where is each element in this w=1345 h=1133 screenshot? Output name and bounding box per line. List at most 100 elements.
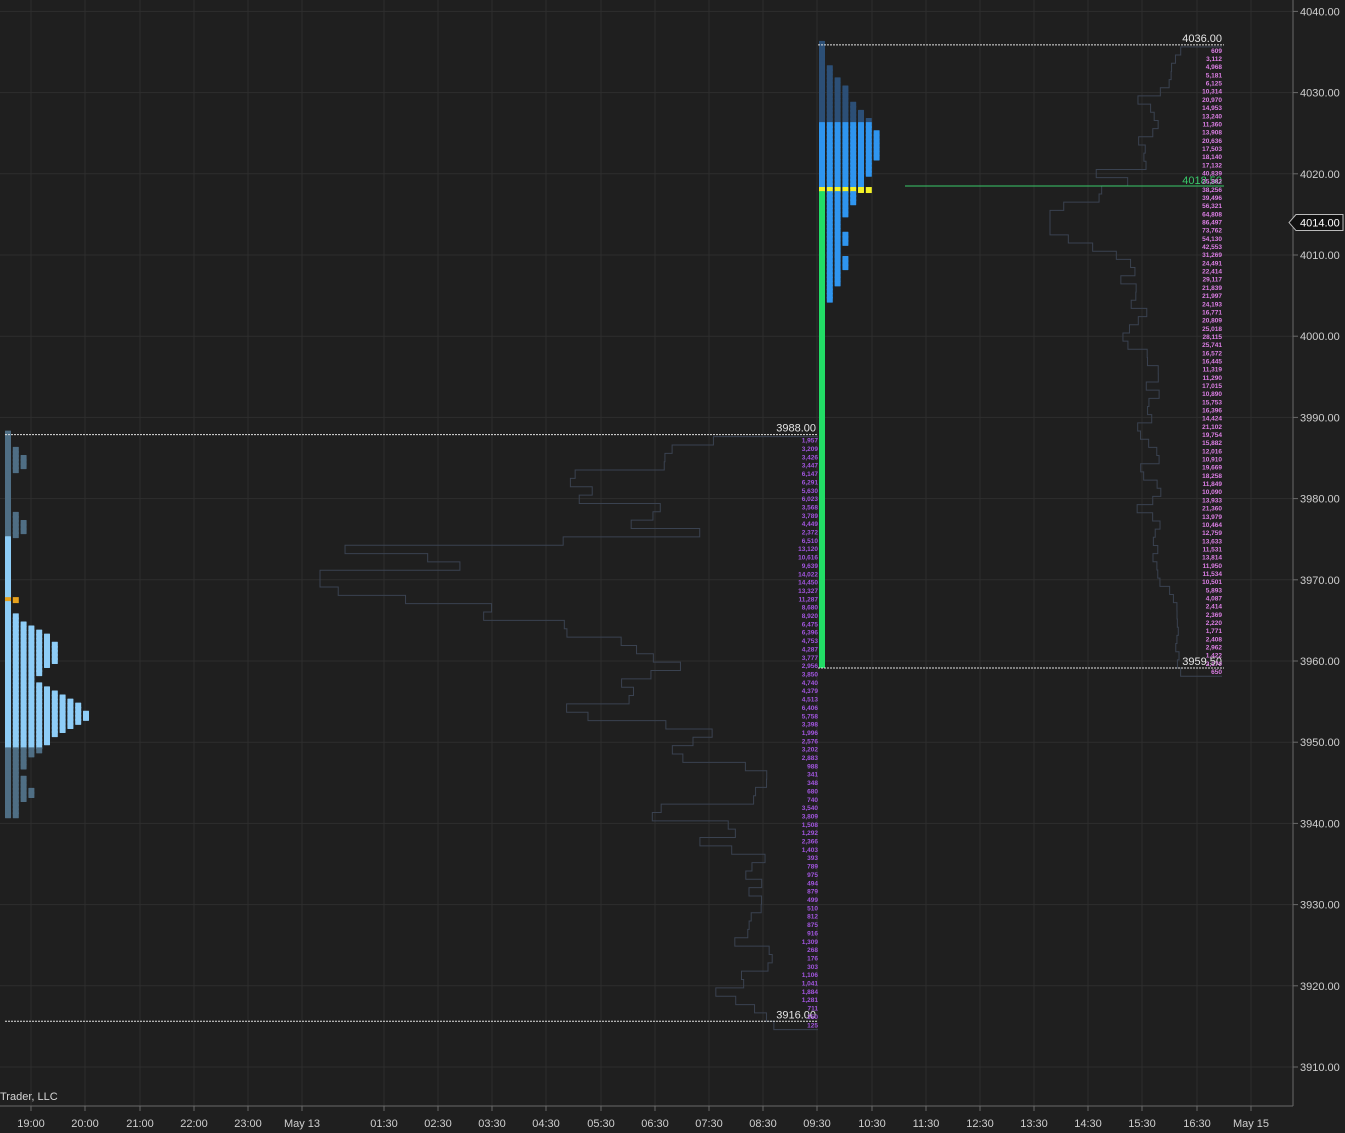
overnight-volume-label: 3,850 (802, 671, 819, 678)
overnight-volume-label: 3,777 (802, 655, 819, 662)
x-tick-label: 03:30 (478, 1118, 506, 1130)
overnight-volume-label: 3,540 (802, 805, 819, 812)
overnight-volume-label: 2,956 (802, 663, 819, 670)
overnight-volume-label: 510 (807, 905, 818, 912)
tpo-block (36, 747, 43, 754)
rth-volume-label: 16,572 (1202, 350, 1222, 357)
x-tick-label: 02:30 (424, 1118, 452, 1130)
tpo-block (28, 791, 35, 798)
overnight-volume-label: 9,639 (802, 563, 819, 570)
tpo-block (819, 662, 825, 669)
tpo-block (865, 187, 872, 194)
tpo-block (83, 714, 89, 721)
rth-volume-label: 18,258 (1202, 473, 1222, 480)
overnight-volume-label: 13,120 (798, 546, 818, 553)
overnight-volume-label: 6,023 (802, 496, 819, 503)
overnight-volume-label: 10,616 (798, 555, 818, 562)
rth-volume-label: 29,117 (1202, 277, 1222, 284)
tpo-block (67, 722, 74, 729)
x-tick-label: 13:30 (1020, 1118, 1048, 1130)
rth-volume-label: 17,132 (1202, 162, 1222, 169)
overnight-volume-label: 3,209 (802, 446, 819, 453)
overnight-volume-label: 4,379 (802, 688, 819, 695)
tpo-block (75, 718, 82, 725)
overnight-volume-label: 6,475 (802, 621, 819, 628)
x-tick-label: 19:00 (17, 1118, 45, 1130)
rth-volume-label: 10,910 (1202, 457, 1222, 464)
tpo-block (842, 211, 849, 218)
x-tick-label: 16:30 (1183, 1118, 1211, 1130)
rth-volume-label: 10,314 (1202, 89, 1222, 96)
overnight-volume-label: 988 (807, 763, 818, 770)
tpo-block (20, 528, 27, 535)
rth-volume-label: 21,997 (1202, 293, 1222, 300)
rth-volume-label: 11,849 (1202, 481, 1222, 488)
rth-volume-label: 4,087 (1206, 595, 1223, 602)
rth-volume-label: 4,968 (1206, 64, 1223, 71)
x-tick-label: 21:00 (126, 1118, 154, 1130)
rth-volume-label: 5,181 (1206, 72, 1223, 79)
overnight-volume-label: 2,883 (802, 755, 819, 762)
y-tick-label: 3960.00 (1300, 656, 1340, 668)
overnight-volume-label: 499 (807, 897, 818, 904)
overnight-volume-label: 6,291 (802, 479, 819, 486)
x-tick-label: 04:30 (532, 1118, 560, 1130)
x-tick-label: 01:30 (370, 1118, 398, 1130)
overnight-volume-label: 341 (807, 772, 818, 779)
rth-volume-label: 2,414 (1206, 604, 1223, 611)
overnight-volume-label: 5,758 (802, 713, 819, 720)
overnight-volume-label: 879 (807, 889, 818, 896)
current-price-label: 4014.00 (1300, 218, 1340, 230)
rth-volume-label: 21,102 (1202, 424, 1222, 431)
tpo-block (20, 796, 27, 803)
x-tick-label: 12:30 (966, 1118, 994, 1130)
y-tick-label: 3990.00 (1300, 412, 1340, 424)
rth-volume-label: 650 (1211, 669, 1222, 676)
y-tick-label: 3980.00 (1300, 494, 1340, 506)
watermark-text: Trader, LLC (0, 1091, 58, 1103)
rth-volume-label: 20,809 (1202, 318, 1222, 325)
market-profile-chart[interactable]: 3988.003916.004036.003959.504018.50 1,95… (0, 0, 1345, 1133)
rth-volume-label: 15,882 (1202, 440, 1222, 447)
rth-volume-label: 10,090 (1202, 489, 1222, 496)
rth-volume-label: 20,970 (1202, 97, 1222, 104)
overnight-volume-label: 3,568 (802, 504, 819, 511)
overnight-volume-label: 1,957 (802, 438, 819, 445)
rth-volume-label: 16,445 (1202, 358, 1222, 365)
rth-volume-label: 2,408 (1206, 636, 1223, 643)
y-tick-label: 3910.00 (1300, 1062, 1340, 1074)
rth-volume-label: 11,319 (1202, 367, 1222, 374)
overnight-volume-label: 1,996 (802, 730, 819, 737)
rth-volume-label: 21,839 (1202, 285, 1222, 292)
rth-volume-label: 24,193 (1202, 301, 1222, 308)
tpo-block (865, 170, 872, 177)
rth-volume-label: 10,501 (1202, 579, 1222, 586)
y-tick-label: 3950.00 (1300, 737, 1340, 749)
tpo-block (834, 280, 841, 287)
rth-volume-label: 22,414 (1202, 269, 1222, 276)
overnight-volume-label: 8,680 (802, 605, 819, 612)
tpo-block (44, 739, 50, 746)
overnight-volume-label: 2,366 (802, 839, 819, 846)
y-tick-label: 3940.00 (1300, 818, 1340, 830)
overnight-volume-label: 1,041 (802, 981, 819, 988)
x-tick-label: 20:00 (71, 1118, 99, 1130)
overnight-volume-label: 6,406 (802, 705, 819, 712)
x-tick-label: 07:30 (695, 1118, 723, 1130)
rth-volume-label: 24,491 (1202, 260, 1222, 267)
x-tick-label: 22:00 (180, 1118, 208, 1130)
tpo-block (51, 731, 58, 738)
overnight-volume-label: 711 (808, 1006, 819, 1013)
rth-volume-label: 14,953 (1202, 105, 1222, 112)
x-tick-label: 08:30 (749, 1118, 777, 1130)
tpo-block (873, 154, 880, 161)
tpo-block (842, 264, 849, 271)
tpo-block (36, 670, 43, 677)
overnight-volume-label: 789 (807, 864, 818, 871)
overnight-volume-label: 4,740 (802, 680, 819, 687)
overnight-volume-label: 1,309 (802, 939, 819, 946)
rth-volume-label: 2,962 (1206, 645, 1223, 652)
rth-volume-label: 5,893 (1206, 587, 1223, 594)
overnight-volume-label: 350 (807, 1014, 818, 1021)
rth-volume-label: 10,464 (1202, 522, 1222, 529)
